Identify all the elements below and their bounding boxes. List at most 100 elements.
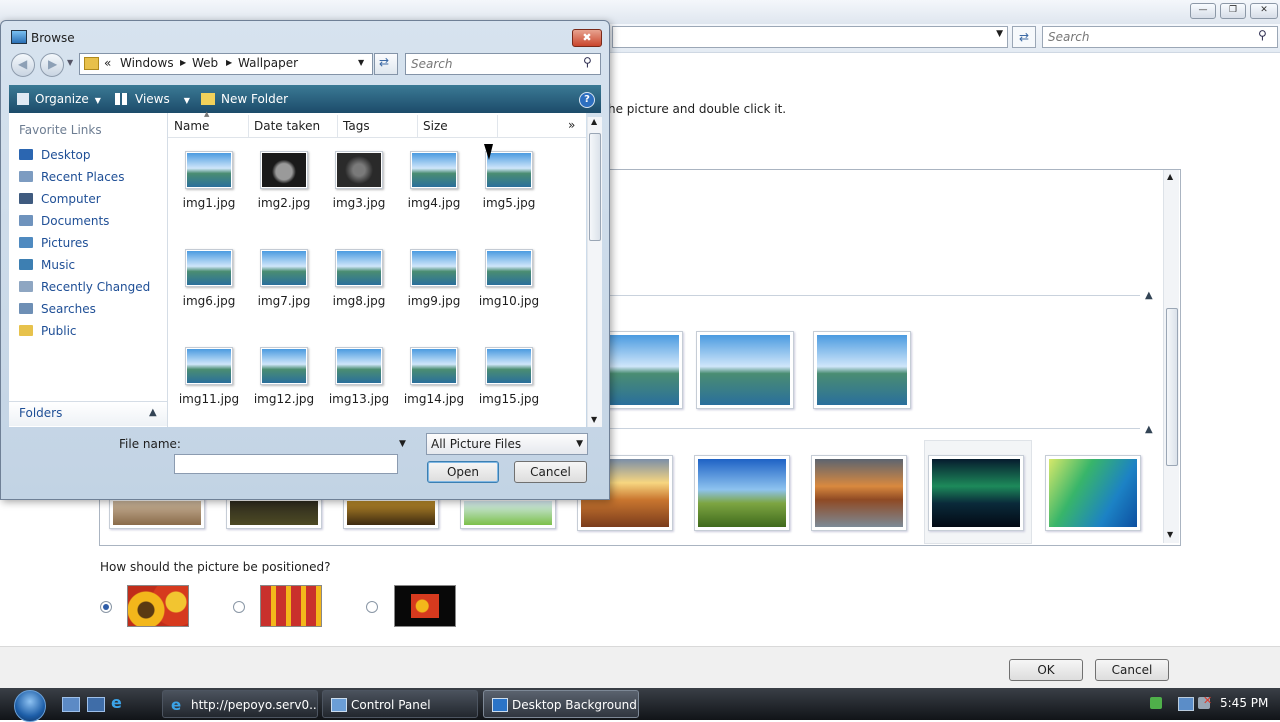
- wallpaper-thumbnail[interactable]: [605, 331, 683, 409]
- breadcrumb-separator-icon[interactable]: ▶: [180, 58, 186, 67]
- clock[interactable]: 5:45 PM: [1220, 696, 1268, 710]
- breadcrumb-separator-icon[interactable]: ▶: [226, 58, 232, 67]
- scroll-down-icon[interactable]: ▼: [591, 415, 597, 424]
- wallpaper-thumbnail[interactable]: [928, 455, 1024, 531]
- breadcrumb-windows[interactable]: Windows: [120, 56, 174, 70]
- address-bar[interactable]: ▼: [612, 26, 1008, 48]
- cancel-button[interactable]: Cancel: [514, 461, 587, 483]
- breadcrumb-overflow[interactable]: «: [104, 56, 111, 70]
- back-button[interactable]: ◀: [11, 53, 35, 77]
- help-icon[interactable]: ?: [579, 92, 595, 108]
- file-item[interactable]: img12.jpg: [248, 347, 320, 417]
- show-desktop-icon[interactable]: [62, 697, 80, 712]
- forward-button[interactable]: ▶: [40, 53, 64, 77]
- file-list-scrollbar[interactable]: ▲ ▼: [587, 117, 602, 427]
- column-header-name[interactable]: Name: [168, 115, 249, 137]
- wallpaper-thumbnail[interactable]: [696, 331, 794, 409]
- wallpaper-thumbnail[interactable]: [813, 331, 911, 409]
- file-item[interactable]: img14.jpg: [398, 347, 470, 417]
- network-icon[interactable]: [1178, 697, 1194, 711]
- file-name-input[interactable]: [174, 454, 398, 474]
- wallpaper-thumbnail[interactable]: [226, 498, 322, 529]
- taskbar-item-control-panel[interactable]: Control Panel: [322, 690, 478, 718]
- fit-position-preview[interactable]: [127, 585, 189, 627]
- close-button[interactable]: ✕: [1250, 3, 1278, 19]
- file-item[interactable]: img9.jpg: [398, 249, 470, 319]
- file-item[interactable]: img3.jpg: [323, 151, 395, 221]
- refresh-button[interactable]: ⇄: [374, 53, 398, 75]
- file-type-select[interactable]: All Picture Files ▼: [426, 433, 588, 455]
- search-input[interactable]: Search: [1042, 26, 1278, 48]
- nav-item-pictures[interactable]: Pictures: [19, 233, 89, 253]
- list-scrollbar[interactable]: ▲ ▼: [1163, 170, 1179, 543]
- wallpaper-thumbnail[interactable]: [811, 455, 907, 531]
- ok-button[interactable]: OK: [1009, 659, 1083, 681]
- nav-item-documents[interactable]: Documents: [19, 211, 109, 231]
- wallpaper-thumbnail[interactable]: [694, 455, 790, 531]
- file-item[interactable]: img8.jpg: [323, 249, 395, 319]
- nav-item-music[interactable]: Music: [19, 255, 75, 275]
- file-item[interactable]: img6.jpg: [173, 249, 245, 319]
- file-item[interactable]: img7.jpg: [248, 249, 320, 319]
- nav-item-recent-places[interactable]: Recent Places: [19, 167, 124, 187]
- nav-item-public[interactable]: Public: [19, 321, 77, 341]
- volume-muted-icon[interactable]: ✕: [1198, 694, 1212, 709]
- wallpaper-thumbnail[interactable]: [460, 498, 556, 529]
- search-icon[interactable]: ⚲: [583, 55, 592, 69]
- organize-button[interactable]: Organize ▼: [17, 85, 101, 113]
- scroll-up-icon[interactable]: ▲: [591, 117, 597, 126]
- nav-item-recently-changed[interactable]: Recently Changed: [19, 277, 150, 297]
- scroll-thumb[interactable]: [1166, 308, 1178, 466]
- file-item[interactable]: img15.jpg: [473, 347, 545, 417]
- views-button[interactable]: Views ▼: [115, 85, 190, 113]
- file-item[interactable]: img5.jpg: [473, 151, 545, 221]
- search-icon[interactable]: ⚲: [1258, 28, 1267, 42]
- folders-toggle[interactable]: Folders ▲: [9, 401, 167, 426]
- chevron-down-icon[interactable]: ▼: [358, 58, 364, 67]
- minimize-button[interactable]: —: [1190, 3, 1216, 19]
- wallpaper-thumbnail[interactable]: [343, 498, 439, 529]
- chevron-down-icon[interactable]: ▼: [399, 439, 406, 449]
- column-header-tags[interactable]: Tags: [337, 115, 418, 137]
- new-folder-button[interactable]: New Folder: [201, 85, 288, 113]
- dialog-address-bar[interactable]: « Windows ▶ Web ▶ Wallpaper ▼: [79, 53, 373, 75]
- chevron-down-icon[interactable]: ▼: [996, 29, 1003, 39]
- collapse-group-icon[interactable]: ▲: [1145, 424, 1153, 435]
- file-item[interactable]: img2.jpg: [248, 151, 320, 221]
- maximize-button[interactable]: ❐: [1220, 3, 1246, 19]
- wallpaper-thumbnail[interactable]: [109, 498, 205, 529]
- recent-pages-chevron-icon[interactable]: ▼: [67, 58, 73, 67]
- switch-windows-icon[interactable]: [87, 697, 105, 712]
- center-position-preview[interactable]: [394, 585, 456, 627]
- wallpaper-thumbnail[interactable]: [1045, 455, 1141, 531]
- dialog-close-button[interactable]: ✖: [572, 29, 602, 47]
- collapse-group-icon[interactable]: ▲: [1145, 290, 1153, 301]
- breadcrumb-wallpaper[interactable]: Wallpaper: [238, 56, 298, 70]
- tile-position-preview[interactable]: [260, 585, 322, 627]
- taskbar-item-browser[interactable]: e http://pepoyo.serv0...: [162, 690, 318, 718]
- nav-item-computer[interactable]: Computer: [19, 189, 101, 209]
- fit-radio[interactable]: [100, 601, 112, 613]
- scroll-down-icon[interactable]: ▼: [1167, 530, 1173, 539]
- cancel-button[interactable]: Cancel: [1095, 659, 1169, 681]
- scroll-thumb[interactable]: [589, 133, 601, 241]
- tray-security-icon[interactable]: [1150, 697, 1162, 709]
- breadcrumb-web[interactable]: Web: [192, 56, 218, 70]
- file-item[interactable]: img10.jpg: [473, 249, 545, 319]
- file-item[interactable]: img1.jpg: [173, 151, 245, 221]
- more-columns-icon[interactable]: »: [568, 118, 575, 132]
- refresh-icon[interactable]: ⇄: [1012, 26, 1036, 48]
- dialog-search-input[interactable]: Search: [405, 53, 601, 75]
- nav-item-desktop[interactable]: Desktop: [19, 145, 91, 165]
- center-radio[interactable]: [366, 601, 378, 613]
- internet-explorer-icon[interactable]: e: [111, 695, 127, 711]
- taskbar-item-desktop-background[interactable]: Desktop Background: [483, 690, 639, 718]
- open-button[interactable]: Open: [427, 461, 499, 483]
- scroll-up-icon[interactable]: ▲: [1167, 172, 1173, 181]
- tile-radio[interactable]: [233, 601, 245, 613]
- start-button[interactable]: [6, 688, 48, 722]
- column-header-date-taken[interactable]: Date taken: [248, 115, 338, 137]
- file-item[interactable]: img13.jpg: [323, 347, 395, 417]
- column-header-size[interactable]: Size: [417, 115, 498, 137]
- file-item[interactable]: img4.jpg: [398, 151, 470, 221]
